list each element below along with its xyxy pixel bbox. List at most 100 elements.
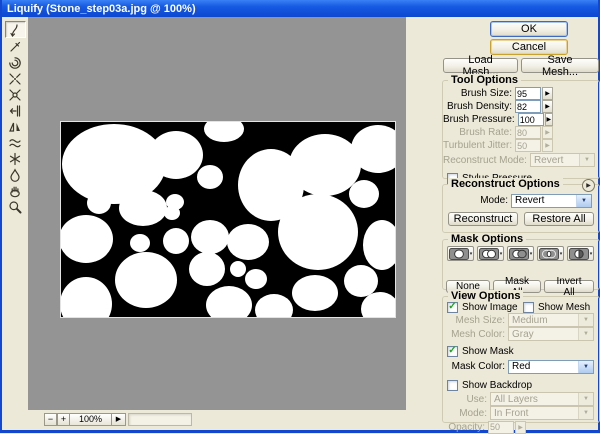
invert-selection-button[interactable]: ▾ (567, 246, 594, 261)
mask-color-row: Mask Color: Red ▼ (443, 359, 599, 374)
backdrop-mode-select: In Front ▼ (490, 406, 594, 420)
mesh-size-row: Mesh Size: Medium ▼ (443, 313, 599, 327)
thaw-mask-tool[interactable] (6, 167, 25, 182)
brush-density-row: Brush Density: ▶ (443, 100, 599, 113)
intersect-with-selection-button[interactable]: ▾ (537, 246, 564, 261)
show-backdrop-checkbox[interactable] (447, 380, 458, 391)
turbulent-jitter-slider-arrow-icon: ▶ (542, 139, 553, 152)
zoom-tool[interactable] (6, 199, 25, 214)
canvas-area[interactable] (28, 17, 406, 410)
chevron-down-icon[interactable]: ▾ (560, 251, 563, 257)
backdrop-mode-row: Mode: In Front ▼ (443, 406, 599, 420)
invert-all-button[interactable]: Invert All (544, 280, 594, 293)
mesh-color-value: Gray (509, 329, 578, 340)
turbulent-jitter-label: Turbulent Jitter: (443, 140, 512, 151)
invert-selection-icon (569, 248, 589, 260)
zoom-in-button[interactable]: + (57, 413, 70, 426)
zoom-out-button[interactable]: − (44, 413, 57, 426)
mask-color-value: Red (509, 361, 578, 372)
opacity-slider-arrow-icon: ▶ (515, 421, 526, 434)
subtract-from-selection-icon (509, 248, 529, 260)
chevron-down-icon: ▼ (579, 154, 594, 166)
show-mesh-row: Show Mesh (523, 301, 593, 313)
use-select: All Layers ▼ (490, 392, 594, 406)
preview-image[interactable] (60, 121, 396, 318)
opacity-row: Opacity: ▶ (443, 420, 599, 434)
bloat-tool[interactable] (6, 87, 25, 102)
pucker-tool[interactable] (6, 71, 25, 86)
mirror-tool[interactable] (6, 119, 25, 134)
brush-pressure-input[interactable] (518, 113, 544, 126)
mask-color-select[interactable]: Red ▼ (508, 360, 594, 374)
brush-size-slider-arrow-icon[interactable]: ▶ (542, 87, 553, 100)
reconstruct-button[interactable]: Reconstruct (448, 212, 518, 226)
mesh-size-select: Medium ▼ (508, 313, 594, 327)
chevron-down-icon[interactable]: ▾ (500, 251, 503, 257)
reconstruct-mode-select-row: Mode: Revert ▼ (443, 193, 599, 208)
liquify-dialog: Liquify (Stone_step03a.jpg @ 100%) − + 1… (0, 0, 600, 433)
mode-select[interactable]: Revert ▼ (511, 194, 592, 208)
load-mesh-button[interactable]: Load Mesh... (443, 58, 518, 73)
show-mask-checkbox[interactable]: ✓ (447, 346, 458, 357)
zoom-level-field[interactable]: 100% (70, 413, 112, 426)
twirl-clockwise-tool[interactable] (6, 55, 25, 70)
reconstruct-options-group: Reconstruct Options ▶ Mode: Revert ▼ Rec… (442, 184, 600, 233)
show-mask-label: Show Mask (462, 346, 514, 357)
mesh-size-value: Medium (509, 315, 578, 326)
chevron-down-icon[interactable]: ▼ (578, 361, 593, 373)
mask-color-label: Mask Color: (452, 361, 505, 372)
brush-density-slider-arrow-icon[interactable]: ▶ (542, 100, 553, 113)
chevron-down-icon[interactable]: ▾ (470, 251, 473, 257)
use-value: All Layers (491, 394, 578, 405)
brush-pressure-slider-arrow-icon[interactable]: ▶ (545, 113, 553, 126)
brush-size-input[interactable] (515, 87, 541, 100)
mesh-size-label: Mesh Size: (456, 315, 505, 326)
freeze-mask-tool[interactable] (6, 151, 25, 166)
show-backdrop-row: Show Backdrop (447, 379, 599, 391)
add-to-selection-button[interactable]: ▾ (477, 246, 504, 261)
hand-tool[interactable] (6, 183, 25, 198)
tool-options-title: Tool Options (448, 74, 521, 86)
show-image-label: Show Image (462, 302, 518, 313)
reconstruct-tool[interactable] (6, 39, 25, 54)
push-left-tool[interactable] (6, 103, 25, 118)
replace-selection-icon (449, 248, 469, 260)
mesh-color-select: Gray ▼ (508, 327, 594, 341)
brush-size-label: Brush Size: (461, 88, 512, 99)
show-image-checkbox[interactable]: ✓ (447, 302, 458, 313)
chevron-down-icon[interactable]: ▼ (576, 195, 591, 207)
statusbar: − + 100% ▶ (2, 410, 406, 428)
chevron-down-icon: ▼ (578, 393, 593, 405)
show-backdrop-label: Show Backdrop (462, 380, 532, 391)
titlebar: Liquify (Stone_step03a.jpg @ 100%) (2, 0, 598, 17)
replace-selection-button[interactable]: ▾ (447, 246, 474, 261)
horizontal-scrollbar[interactable] (128, 413, 192, 426)
tool-options-group: Tool Options Brush Size: ▶ Brush Density… (442, 80, 600, 179)
turbulent-jitter-row: Turbulent Jitter: ▶ (443, 139, 599, 152)
chevron-down-icon[interactable]: ▾ (590, 251, 593, 257)
show-mesh-checkbox[interactable] (523, 302, 534, 313)
flyout-menu-icon[interactable]: ▶ (582, 179, 595, 192)
use-label: Use: (466, 394, 487, 405)
mask-mode-buttons: ▾ ▾ ▾ ▾ ▾ (447, 246, 599, 261)
turbulence-tool[interactable] (6, 135, 25, 150)
view-options-title: View Options (448, 290, 523, 302)
save-mesh-button[interactable]: Save Mesh... (521, 58, 599, 73)
show-mask-row: ✓ Show Mask (447, 345, 599, 357)
subtract-from-selection-button[interactable]: ▾ (507, 246, 534, 261)
zoom-menu-arrow-icon[interactable]: ▶ (112, 413, 126, 426)
dialog-body: − + 100% ▶ OK Cancel Load Mesh... Save M… (2, 17, 598, 430)
brush-rate-row: Brush Rate: ▶ (443, 126, 599, 139)
restore-all-button[interactable]: Restore All (524, 212, 594, 226)
chevron-down-icon: ▼ (578, 407, 593, 419)
forward-warp-tool[interactable] (5, 21, 26, 38)
reconstruct-mode-value: Revert (531, 155, 579, 166)
brush-rate-slider-arrow-icon: ▶ (542, 126, 553, 139)
show-image-row: ✓ Show Image (447, 301, 523, 313)
chevron-down-icon[interactable]: ▾ (530, 251, 533, 257)
brush-pressure-label: Brush Pressure: (443, 114, 515, 125)
reconstruct-mode-label: Reconstruct Mode: (443, 155, 527, 166)
mask-options-title: Mask Options (448, 233, 526, 245)
brush-density-input[interactable] (515, 100, 541, 113)
ok-button[interactable]: OK (490, 21, 568, 37)
